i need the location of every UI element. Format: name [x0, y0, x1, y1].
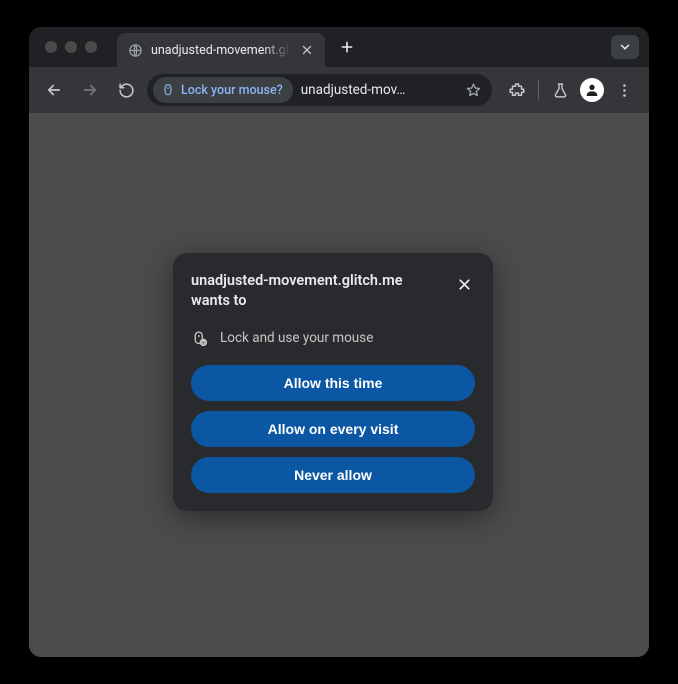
never-allow-button[interactable]: Never allow — [191, 457, 475, 493]
allow-once-button[interactable]: Allow this time — [191, 365, 475, 401]
window-zoom[interactable] — [85, 41, 97, 53]
url-text: unadjusted-mov… — [301, 82, 457, 98]
dialog-title: unadjusted-movement.glitch.me wants to — [191, 271, 439, 312]
window-minimize[interactable] — [65, 41, 77, 53]
toolbar-actions — [502, 75, 639, 105]
window-controls — [45, 41, 97, 53]
labs-button[interactable] — [545, 75, 575, 105]
permission-label: Lock and use your mouse — [220, 330, 373, 346]
new-tab-button[interactable] — [333, 33, 361, 61]
forward-button[interactable] — [75, 75, 105, 105]
mouse-icon — [161, 83, 175, 97]
browser-window: unadjusted-movement.glitch. — [29, 27, 649, 657]
tab-active[interactable]: unadjusted-movement.glitch. — [117, 33, 325, 67]
permission-chip-label: Lock your mouse? — [181, 83, 283, 98]
tab-title: unadjusted-movement.glitch. — [151, 43, 291, 58]
reload-button[interactable] — [111, 75, 141, 105]
menu-button[interactable] — [609, 75, 639, 105]
tabs-menu-button[interactable] — [611, 35, 639, 59]
profile-button[interactable] — [577, 75, 607, 105]
allow-always-button[interactable]: Allow on every visit — [191, 411, 475, 447]
permission-row: Lock and use your mouse — [191, 330, 475, 347]
avatar-icon — [580, 78, 604, 102]
bookmark-star-icon[interactable] — [465, 82, 482, 99]
omnibox[interactable]: Lock your mouse? unadjusted-mov… — [147, 74, 492, 106]
extensions-button[interactable] — [502, 75, 532, 105]
viewport: unadjusted-movement.glitch.me wants to L… — [29, 113, 649, 657]
globe-icon — [127, 42, 143, 58]
close-icon[interactable] — [299, 42, 315, 58]
dialog-close-button[interactable] — [453, 273, 475, 295]
back-button[interactable] — [39, 75, 69, 105]
permission-chip[interactable]: Lock your mouse? — [153, 77, 293, 103]
separator — [538, 80, 539, 100]
mouse-lock-icon — [191, 330, 208, 347]
tab-strip: unadjusted-movement.glitch. — [29, 27, 649, 67]
toolbar: Lock your mouse? unadjusted-mov… — [29, 67, 649, 113]
permission-dialog: unadjusted-movement.glitch.me wants to L… — [173, 253, 493, 511]
window-close[interactable] — [45, 41, 57, 53]
